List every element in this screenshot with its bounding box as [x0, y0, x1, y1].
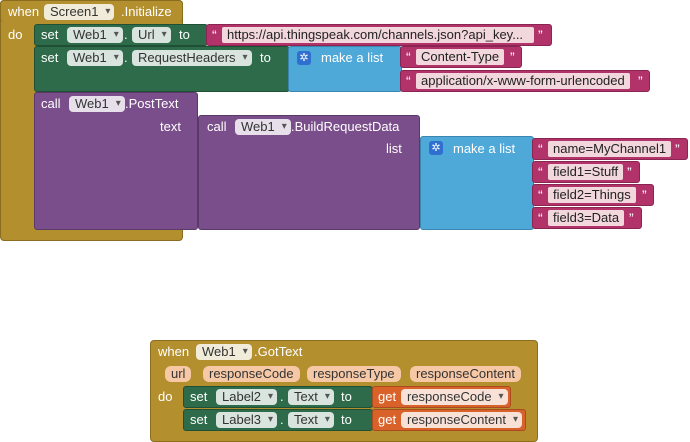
- param-responsetype[interactable]: responseType: [307, 366, 401, 382]
- to-keyword: to: [179, 27, 190, 42]
- dot-label: .: [124, 50, 128, 65]
- open-quote-icon: “: [538, 210, 543, 226]
- text-property-dropdown[interactable]: Text: [288, 389, 334, 405]
- close-quote-icon: ”: [675, 141, 680, 157]
- content-type-text-field[interactable]: Content-Type: [416, 49, 505, 65]
- param-url[interactable]: url: [165, 366, 192, 382]
- gear-icon[interactable]: ✲: [429, 141, 443, 155]
- gottext-event-label: .GotText: [254, 344, 303, 359]
- get-keyword: get: [378, 389, 397, 404]
- buildrequestdata-method-label: .BuildRequestData: [291, 119, 400, 134]
- when-keyword: when: [158, 344, 190, 359]
- responsecode-variable-dropdown[interactable]: responseCode: [401, 389, 508, 405]
- when-keyword: when: [8, 4, 40, 19]
- to-keyword: to: [341, 412, 352, 427]
- do-keyword: do: [8, 27, 23, 42]
- dot-label: .: [280, 412, 284, 427]
- open-quote-icon: “: [538, 164, 543, 180]
- make-a-list-label: make a list: [453, 141, 516, 156]
- do-keyword: do: [158, 389, 173, 404]
- text-property-dropdown[interactable]: Text: [288, 412, 334, 428]
- make-a-list-label: make a list: [321, 50, 384, 65]
- web1-component-dropdown[interactable]: Web1: [67, 50, 123, 66]
- field1-text-field[interactable]: field1=Stuff: [548, 164, 624, 180]
- gear-icon[interactable]: ✲: [297, 51, 311, 65]
- call-keyword: call: [41, 96, 61, 111]
- close-quote-icon: ”: [627, 164, 632, 180]
- open-quote-icon: “: [538, 187, 543, 203]
- requestheaders-property-dropdown[interactable]: RequestHeaders: [132, 50, 252, 66]
- web1-component-dropdown[interactable]: Web1: [235, 119, 291, 135]
- close-quote-icon: ”: [510, 49, 515, 65]
- open-quote-icon: “: [212, 27, 217, 43]
- close-quote-icon: ”: [638, 73, 643, 89]
- call-keyword: call: [207, 119, 227, 134]
- screen1-component-dropdown[interactable]: Screen1: [44, 4, 115, 20]
- name-mychannel1-text-field[interactable]: name=MyChannel1: [548, 141, 672, 157]
- text-socket-label: text: [160, 119, 181, 134]
- url-property-dropdown[interactable]: Url: [132, 27, 171, 43]
- web1-component-dropdown[interactable]: Web1: [67, 27, 123, 43]
- responsecontent-variable-dropdown[interactable]: responseContent: [401, 412, 523, 428]
- set-keyword: set: [190, 412, 208, 427]
- to-keyword: to: [341, 389, 352, 404]
- set-keyword: set: [41, 50, 59, 65]
- url-text-field[interactable]: https://api.thingspeak.com/channels.json…: [222, 27, 534, 43]
- initialize-event-label: .Initialize: [121, 4, 172, 19]
- list-socket-label: list: [386, 141, 402, 156]
- close-quote-icon: ”: [629, 210, 634, 226]
- label3-component-dropdown[interactable]: Label3: [216, 412, 278, 428]
- dot-label: .: [124, 27, 128, 42]
- param-responsecontent[interactable]: responseContent: [410, 366, 522, 382]
- field3-text-field[interactable]: field3=Data: [548, 210, 625, 226]
- label2-component-dropdown[interactable]: Label2: [216, 389, 278, 405]
- open-quote-icon: “: [538, 141, 543, 157]
- call-web1-posttext-block[interactable]: [34, 92, 198, 230]
- field2-text-field[interactable]: field2=Things: [548, 187, 636, 203]
- close-quote-icon: ”: [538, 27, 543, 43]
- web1-component-dropdown[interactable]: Web1: [196, 344, 252, 360]
- posttext-method-label: .PostText: [125, 96, 179, 111]
- urlencoded-text-field[interactable]: application/x-www-form-urlencoded: [416, 73, 630, 89]
- web1-component-dropdown[interactable]: Web1: [69, 96, 125, 112]
- param-responsecode[interactable]: responseCode: [203, 366, 300, 382]
- get-keyword: get: [378, 412, 397, 427]
- open-quote-icon: “: [406, 73, 411, 89]
- close-quote-icon: ”: [642, 187, 647, 203]
- set-keyword: set: [41, 27, 59, 42]
- set-keyword: set: [190, 389, 208, 404]
- to-keyword: to: [260, 50, 271, 65]
- dot-label: .: [280, 389, 284, 404]
- open-quote-icon: “: [406, 49, 411, 65]
